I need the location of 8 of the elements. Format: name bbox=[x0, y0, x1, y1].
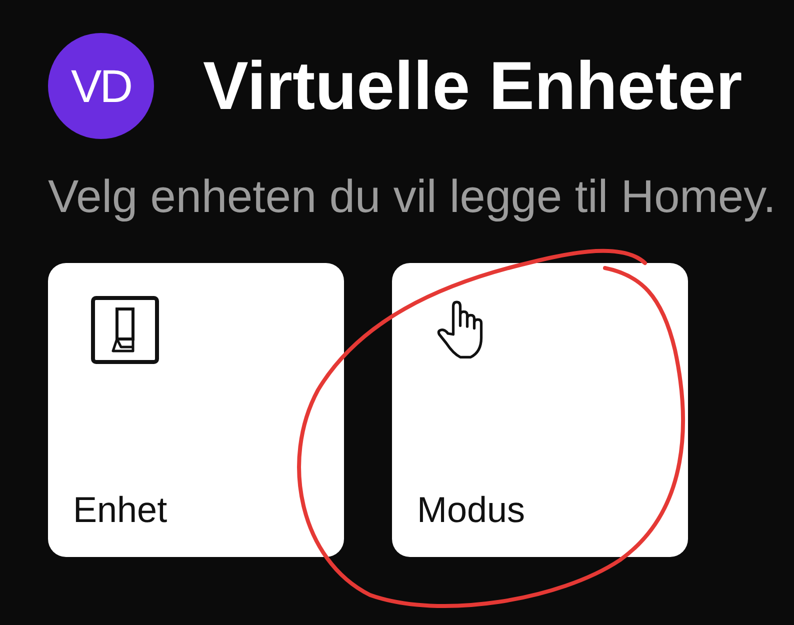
device-card[interactable]: Enhet bbox=[48, 263, 344, 557]
app-logo: VD bbox=[48, 33, 154, 139]
switch-icon bbox=[90, 295, 160, 365]
card-label: Modus bbox=[417, 489, 526, 531]
card-label: Enhet bbox=[73, 489, 168, 531]
subtitle-text: Velg enheten du vil legge til Homey. bbox=[48, 169, 777, 223]
page-title: Virtuelle Enheter bbox=[203, 47, 742, 125]
device-card[interactable]: Modus bbox=[392, 263, 688, 557]
